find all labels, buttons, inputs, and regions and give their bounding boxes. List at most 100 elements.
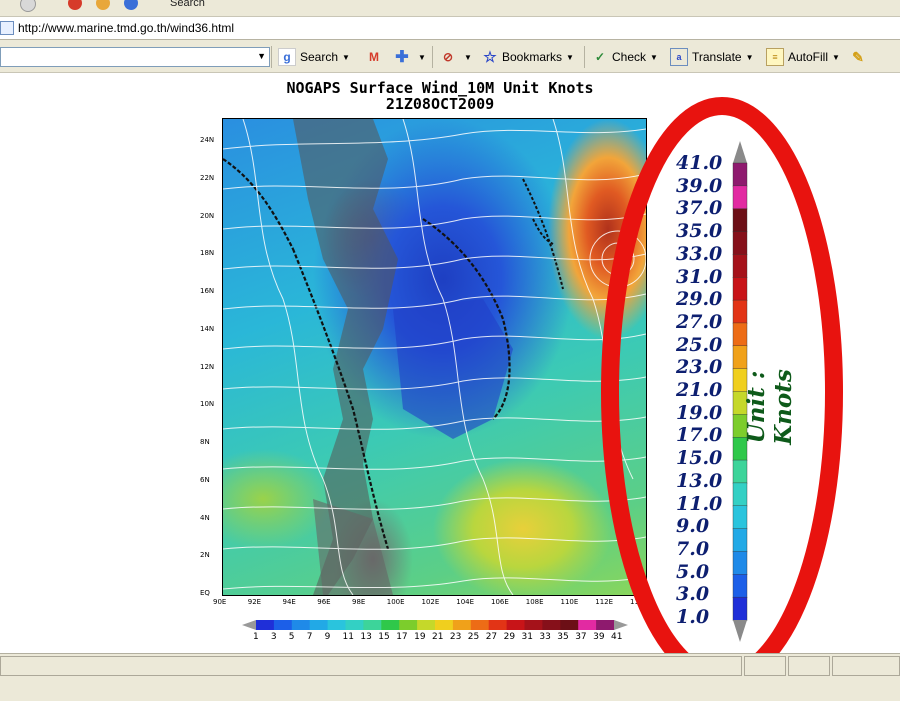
colorbar-segment (345, 620, 364, 630)
scale-value-label: 35.0 (676, 220, 723, 243)
back-button-icon[interactable] (20, 0, 36, 12)
colorbar-segment (732, 231, 748, 256)
scale-value-label: 21.0 (676, 379, 723, 401)
chevron-down-icon[interactable]: ▼ (746, 53, 754, 62)
lon-tick-label: 102E (421, 598, 440, 606)
colorbar-segment (417, 620, 436, 630)
search-button[interactable]: Search (170, 0, 205, 9)
colorbar-tick-label: 27 (485, 632, 498, 642)
gmail-icon: M (369, 50, 379, 64)
lat-tick-label: 8N (200, 438, 210, 446)
spell-check-icon: ✓ (594, 50, 606, 64)
lat-tick-label: EQ (200, 589, 210, 597)
colorbar-segment (452, 620, 472, 630)
options-button[interactable]: ✎ (850, 48, 870, 66)
lon-tick-label: 98E (352, 598, 366, 606)
scale-value-label: 5.0 (676, 560, 710, 583)
status-bar (0, 653, 900, 701)
colorbar-tick-label: 5 (288, 632, 295, 642)
scale-value-label: 1.0 (676, 606, 710, 628)
coastline (522, 178, 564, 290)
scale-value-label: 15.0 (676, 447, 723, 470)
colorbar-segment (732, 505, 748, 530)
popup-blocker-icon: ⊘ (442, 50, 454, 64)
colorbar-segment (363, 620, 382, 630)
toolbar-search-button[interactable]: g Search ▼ (278, 48, 350, 66)
plus-button[interactable]: ✚ ▼ (394, 48, 426, 66)
lat-tick-label: 22N (200, 173, 215, 182)
colorbar-segment (524, 620, 543, 630)
colorbar-segment (381, 620, 400, 630)
chevron-down-icon[interactable]: ▼ (566, 53, 574, 62)
spell-check-button[interactable]: ✓ Check ▼ (592, 48, 658, 66)
scale-value-label: 23.0 (676, 356, 723, 379)
browser-top-toolbar: Search (0, 0, 900, 17)
lon-tick-label: 108E (525, 598, 544, 606)
scale-value-label: 39.0 (676, 174, 723, 197)
colorbar-segment (732, 459, 748, 484)
lon-tick-label: 94E (282, 598, 296, 606)
lat-tick-label: 16N (200, 287, 215, 295)
scale-value-label: 33.0 (676, 242, 723, 265)
chevron-down-icon[interactable]: ▼ (418, 53, 426, 62)
colorbar-tick-label: 39 (593, 632, 605, 642)
status-pane (788, 656, 830, 676)
chart-title: NOGAPS Surface Wind_10M Unit Knots 21Z08… (280, 80, 600, 112)
chart-title-date: 21Z08OCT2009 (385, 95, 495, 113)
translate-icon: a (670, 48, 688, 66)
colorbar-segment (732, 322, 748, 347)
colorbar-tick-label: 21 (432, 632, 444, 642)
autofill-icon: ≡ (766, 48, 784, 66)
toolbar-search-input[interactable]: ▼ (0, 47, 270, 67)
chevron-down-icon[interactable]: ▼ (464, 53, 472, 62)
popup-blocker-button[interactable]: ⊘ ▼ (440, 48, 472, 66)
bookmarks-button[interactable]: ☆ Bookmarks ▼ (482, 48, 574, 66)
lat-tick-label: 10N (200, 400, 215, 409)
status-pane-main (0, 656, 742, 676)
address-url[interactable]: http://www.marine.tmd.go.th/wind36.html (18, 21, 234, 35)
refresh-icon[interactable] (96, 0, 110, 10)
colorbar-segment (732, 185, 748, 210)
colorbar-segment (327, 620, 346, 630)
lat-tick-label: 4N (200, 513, 210, 522)
colorbar-segment (732, 528, 748, 553)
home-icon[interactable] (124, 0, 138, 10)
google-toolbar: ▼ g Search ▼ M ✚ ▼ ⊘ ▼ ☆ Bookmarks ▼ ✓ C… (0, 40, 900, 73)
scale-value-label: 31.0 (676, 265, 723, 288)
chevron-down-icon[interactable]: ▼ (832, 53, 840, 62)
star-icon: ☆ (483, 49, 497, 66)
address-bar[interactable]: http://www.marine.tmd.go.th/wind36.html (0, 17, 900, 40)
autofill-button[interactable]: ≡ AutoFill ▼ (766, 48, 840, 66)
chevron-down-icon[interactable]: ▼ (650, 53, 658, 62)
chevron-down-icon[interactable]: ▼ (342, 53, 350, 62)
scale-value-label: 37.0 (676, 197, 723, 220)
lat-tick-label: 24N (200, 136, 215, 144)
lon-tick-label: 96E (317, 598, 331, 606)
toolbar-separator (584, 46, 585, 68)
scale-value-label: 25.0 (676, 333, 723, 356)
bookmarks-label: Bookmarks (502, 50, 563, 64)
translate-label: Translate (692, 50, 742, 64)
scale-value-label: 17.0 (676, 424, 723, 447)
gmail-button[interactable]: M (366, 48, 386, 66)
translate-button[interactable]: a Translate ▼ (670, 48, 754, 66)
stop-icon[interactable] (68, 0, 82, 10)
colorbar-segment (309, 620, 329, 630)
scale-value-label: 29.0 (676, 288, 723, 311)
scale-value-label: 41.0 (676, 152, 723, 174)
colorbar-tick-label: 1 (253, 632, 259, 642)
colorbar-tick-label: 3 (270, 632, 277, 642)
chevron-down-icon[interactable]: ▼ (257, 51, 266, 61)
colorbar-segment (256, 620, 275, 630)
colorbar-segment (560, 620, 579, 630)
colorbar-tick-label: 31 (521, 632, 533, 642)
colorbar-tick-label: 41 (611, 632, 623, 642)
scale-value-label: 11.0 (676, 492, 723, 515)
colorbar-arrow-top (733, 141, 747, 163)
colorbar-segment (732, 551, 748, 576)
lon-tick-label: 114E (630, 598, 648, 606)
colorbar-segment (732, 299, 748, 324)
colorbar-segment (506, 620, 525, 630)
scale-value-label: 9.0 (676, 515, 710, 538)
lat-tick-label: 18N (200, 249, 215, 258)
